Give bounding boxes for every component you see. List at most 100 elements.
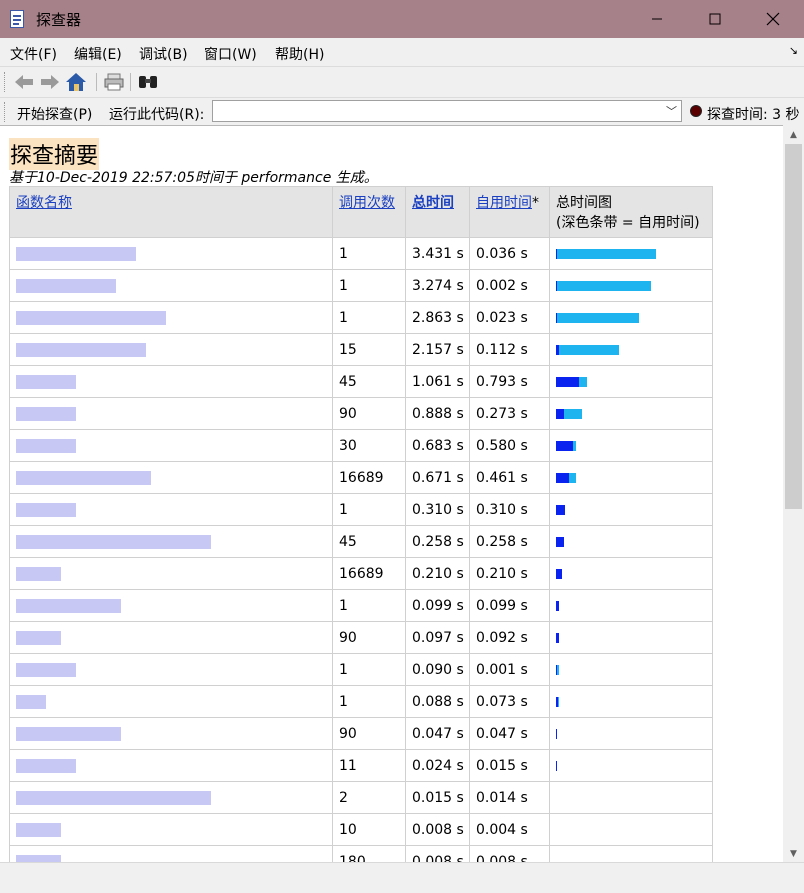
time-bar: [556, 248, 706, 259]
redacted-function-name[interactable]: [16, 726, 121, 741]
time-bar: [556, 376, 706, 387]
redacted-function-name[interactable]: [16, 790, 211, 805]
sort-by-calls-link[interactable]: 调用次数: [339, 195, 395, 211]
col-calls[interactable]: 调用次数: [332, 186, 406, 238]
forward-button[interactable]: [38, 70, 62, 94]
redacted-function-name[interactable]: [16, 470, 151, 485]
table-row[interactable]: 15 2.157 s 0.112 s: [9, 333, 713, 366]
function-name-cell[interactable]: [9, 461, 333, 494]
redacted-function-name[interactable]: [16, 278, 116, 293]
table-row[interactable]: 10 0.008 s 0.004 s: [9, 813, 713, 846]
table-row[interactable]: 90 0.097 s 0.092 s: [9, 621, 713, 654]
redacted-function-name[interactable]: [16, 822, 61, 837]
scroll-up-icon[interactable]: ▲: [783, 126, 804, 143]
redacted-function-name[interactable]: [16, 374, 76, 389]
time-bar: [556, 504, 706, 515]
table-row[interactable]: 1 3.431 s 0.036 s: [9, 237, 713, 270]
table-row[interactable]: 1 3.274 s 0.002 s: [9, 269, 713, 302]
table-row[interactable]: 90 0.047 s 0.047 s: [9, 717, 713, 750]
find-button[interactable]: [136, 70, 160, 94]
function-name-cell[interactable]: [9, 781, 333, 814]
chevron-down-icon[interactable]: ﹀: [666, 103, 677, 119]
table-row[interactable]: 16689 0.671 s 0.461 s: [9, 461, 713, 494]
function-name-cell[interactable]: [9, 589, 333, 622]
table-row[interactable]: 180 0.008 s 0.008 s: [9, 845, 713, 863]
calls-cell: 1: [332, 589, 406, 622]
redacted-function-name[interactable]: [16, 662, 76, 677]
back-button[interactable]: [12, 70, 36, 94]
child-time-bar: [564, 408, 582, 419]
function-name-cell[interactable]: [9, 493, 333, 526]
menu-help[interactable]: 帮助(H): [275, 44, 324, 64]
function-name-cell[interactable]: [9, 525, 333, 558]
toolbar-grip[interactable]: [4, 102, 8, 122]
maximize-button[interactable]: [686, 0, 744, 38]
redacted-function-name[interactable]: [16, 406, 76, 421]
function-name-cell[interactable]: [9, 813, 333, 846]
total-time-cell: 0.210 s: [405, 557, 470, 590]
col-function-name[interactable]: 函数名称: [9, 186, 333, 238]
scroll-down-icon[interactable]: ▼: [783, 845, 804, 862]
table-row[interactable]: 16689 0.210 s 0.210 s: [9, 557, 713, 590]
function-name-cell[interactable]: [9, 397, 333, 430]
col-total-time[interactable]: 总时间: [405, 186, 470, 238]
redacted-function-name[interactable]: [16, 438, 76, 453]
toolbar-grip[interactable]: [4, 72, 8, 92]
function-name-cell[interactable]: [9, 333, 333, 366]
table-row[interactable]: 30 0.683 s 0.580 s: [9, 429, 713, 462]
function-name-cell[interactable]: [9, 653, 333, 686]
table-row[interactable]: 45 0.258 s 0.258 s: [9, 525, 713, 558]
function-name-cell[interactable]: [9, 717, 333, 750]
table-row[interactable]: 1 0.088 s 0.073 s: [9, 685, 713, 718]
function-name-cell[interactable]: [9, 237, 333, 270]
function-name-cell[interactable]: [9, 621, 333, 654]
start-profiling-button[interactable]: 开始探查(P): [17, 104, 92, 124]
total-time-cell: 0.310 s: [405, 493, 470, 526]
redacted-function-name[interactable]: [16, 534, 211, 549]
child-time-bar: [557, 664, 559, 675]
redacted-function-name[interactable]: [16, 502, 76, 517]
table-row[interactable]: 1 0.090 s 0.001 s: [9, 653, 713, 686]
total-time-cell: 0.090 s: [405, 653, 470, 686]
function-name-cell[interactable]: [9, 269, 333, 302]
redacted-function-name[interactable]: [16, 246, 136, 261]
col-self-time[interactable]: 自用时间*: [469, 186, 550, 238]
function-name-cell[interactable]: [9, 301, 333, 334]
redacted-function-name[interactable]: [16, 566, 61, 581]
redacted-function-name[interactable]: [16, 598, 121, 613]
redacted-function-name[interactable]: [16, 758, 76, 773]
vertical-scrollbar[interactable]: ▲ ▼: [783, 126, 804, 862]
table-row[interactable]: 2 0.015 s 0.014 s: [9, 781, 713, 814]
scroll-thumb[interactable]: [785, 144, 802, 509]
table-row[interactable]: 11 0.024 s 0.015 s: [9, 749, 713, 782]
function-name-cell[interactable]: [9, 845, 333, 863]
table-row[interactable]: 1 0.310 s 0.310 s: [9, 493, 713, 526]
redacted-function-name[interactable]: [16, 342, 146, 357]
total-time-graph-cell: [549, 429, 713, 462]
function-name-cell[interactable]: [9, 365, 333, 398]
minimize-button[interactable]: [628, 0, 686, 38]
table-row[interactable]: 45 1.061 s 0.793 s: [9, 365, 713, 398]
function-name-cell[interactable]: [9, 749, 333, 782]
table-row[interactable]: 1 0.099 s 0.099 s: [9, 589, 713, 622]
redacted-function-name[interactable]: [16, 310, 166, 325]
menu-file[interactable]: 文件(F): [10, 44, 57, 64]
sort-by-name-link[interactable]: 函数名称: [16, 195, 72, 211]
run-code-input[interactable]: ﹀: [212, 100, 682, 122]
sort-by-self-time-link[interactable]: 自用时间: [476, 195, 532, 211]
close-button[interactable]: [744, 0, 802, 38]
menu-debug[interactable]: 调试(B): [139, 44, 188, 64]
function-name-cell[interactable]: [9, 557, 333, 590]
menu-edit[interactable]: 编辑(E): [74, 44, 122, 64]
function-name-cell[interactable]: [9, 429, 333, 462]
redacted-function-name[interactable]: [16, 694, 46, 709]
redacted-function-name[interactable]: [16, 630, 61, 645]
table-row[interactable]: 1 2.863 s 0.023 s: [9, 301, 713, 334]
dock-arrow-icon[interactable]: ↘: [789, 44, 798, 57]
menu-window[interactable]: 窗口(W): [204, 44, 257, 64]
home-button[interactable]: [64, 70, 88, 94]
function-name-cell[interactable]: [9, 685, 333, 718]
table-row[interactable]: 90 0.888 s 0.273 s: [9, 397, 713, 430]
sort-by-total-time-link[interactable]: 总时间: [412, 195, 454, 211]
print-button[interactable]: [102, 70, 126, 94]
